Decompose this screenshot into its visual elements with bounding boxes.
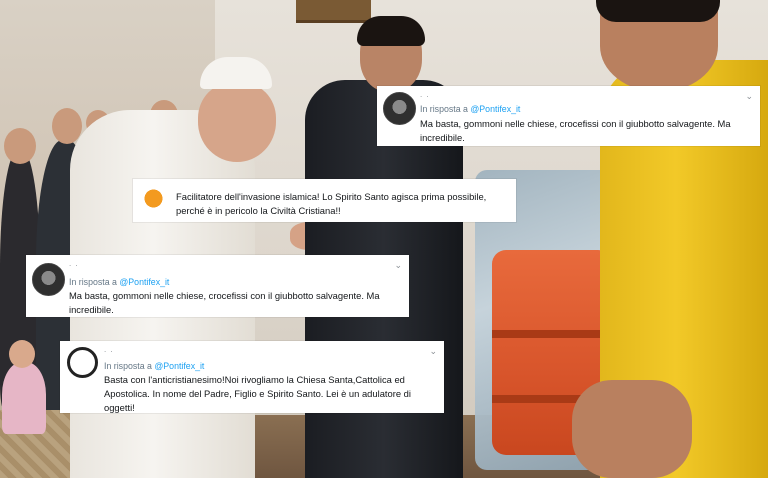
tweet-text: Facilitatore dell'invasione islamica! Lo…	[176, 191, 487, 216]
user-avatar-orange-icon[interactable]	[137, 182, 170, 212]
chevron-down-icon[interactable]: ⌄	[745, 89, 753, 103]
user-avatar-dark-icon[interactable]	[383, 92, 416, 125]
redacted-handle: . .	[420, 90, 430, 99]
reply-to-line: In risposta a @Pontifex_it	[420, 102, 520, 116]
toddler-head	[9, 340, 35, 368]
chevron-down-icon[interactable]: ⌄	[429, 344, 437, 358]
tweet-text: Ma basta, gommoni nelle chiese, crocefis…	[69, 290, 380, 315]
youth-arm	[572, 380, 692, 478]
tweet-card[interactable]: Facilitatore dell'invasione islamica! Lo…	[133, 179, 516, 222]
reply-prefix: In risposta a	[69, 277, 117, 287]
bystander-woman-head	[4, 128, 36, 164]
tweet-card[interactable]: . . ⌄ In risposta a @Pontifex_it Ma bast…	[377, 86, 760, 146]
mention-link[interactable]: @Pontifex_it	[119, 277, 169, 287]
man-hair	[357, 16, 425, 46]
reply-prefix: In risposta a	[104, 361, 152, 371]
reply-to-line: In risposta a @Pontifex_it	[69, 275, 169, 289]
life-jacket-strap	[492, 330, 612, 338]
mention-link[interactable]: @Pontifex_it	[154, 361, 204, 371]
redacted-handle: . .	[69, 259, 79, 268]
tweet-text: Ma basta, gommoni nelle chiese, crocefis…	[420, 118, 731, 143]
reply-prefix: In risposta a	[420, 104, 468, 114]
tweet-text: Basta con l'anticristianesimo!Noi rivogl…	[104, 374, 411, 413]
youth-hair	[596, 0, 720, 22]
redacted-handle: . .	[104, 345, 114, 354]
user-avatar-dark-icon[interactable]	[32, 263, 65, 296]
pope-face	[198, 82, 276, 162]
user-avatar-ring-icon[interactable]	[67, 347, 98, 378]
mention-link[interactable]: @Pontifex_it	[470, 104, 520, 114]
tweet-card[interactable]: . . ⌄ In risposta a @Pontifex_it Basta c…	[60, 341, 444, 413]
wall-painting-frame	[296, 0, 371, 23]
chevron-down-icon[interactable]: ⌄	[394, 258, 402, 272]
toddler	[2, 362, 46, 434]
reply-to-line: In risposta a @Pontifex_it	[104, 359, 204, 373]
tweet-card[interactable]: . . ⌄ In risposta a @Pontifex_it Ma bast…	[26, 255, 409, 317]
